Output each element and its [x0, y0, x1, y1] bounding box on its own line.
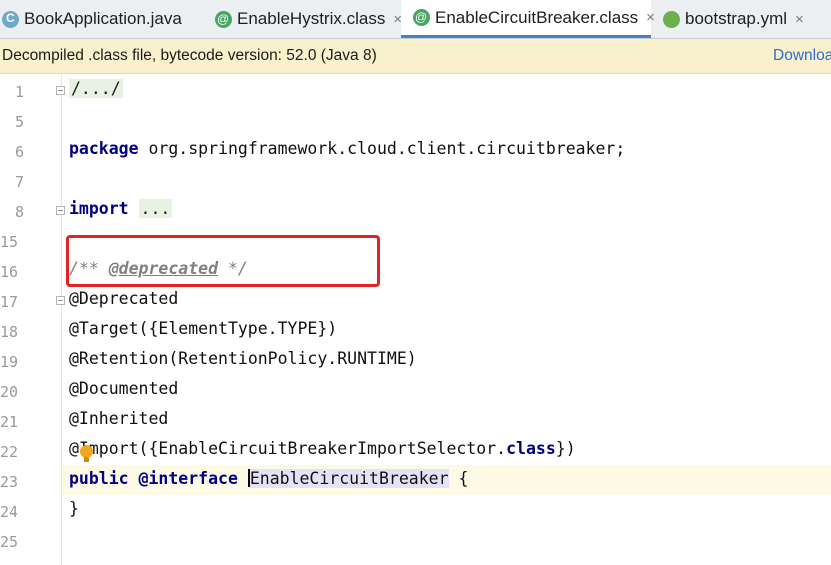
code-line-23: public @interface EnableCircuitBreaker { [62, 465, 831, 495]
tab-bootstrap-yml[interactable]: bootstrap.yml × [651, 0, 831, 38]
tab-enablecircuitbreaker[interactable]: EnableCircuitBreaker.class × [401, 0, 655, 38]
line-number: 7 [14, 173, 24, 191]
tab-label: BookApplication.java [24, 9, 182, 28]
download-sources-link[interactable]: Downloa [773, 47, 831, 65]
line-number: 1 [14, 83, 24, 101]
tab-label: EnableCircuitBreaker.class [435, 7, 639, 27]
code-editor[interactable]: /.../ package org.springframework.cloud.… [62, 74, 831, 565]
line-number: 8 [14, 203, 24, 221]
annotation-icon [413, 9, 430, 26]
line-number: 18 [0, 323, 18, 341]
tab-label: bootstrap.yml [685, 9, 788, 28]
spring-leaf-icon [660, 8, 683, 30]
line-number: 20 [0, 383, 18, 401]
tab-enablehystrix[interactable]: EnableHystrix.class × [200, 0, 402, 38]
code-line-21: @Inherited [62, 405, 831, 435]
close-icon[interactable]: × [795, 11, 804, 28]
line-number: 15 [0, 233, 18, 251]
package-name: org.springframework.cloud.client.circuit… [138, 139, 626, 158]
import-args: ({EnableCircuitBreakerImportSelector. [138, 439, 507, 458]
line-number: 16 [0, 263, 18, 281]
annotation-inherited: @Inherited [69, 409, 169, 428]
interface-name[interactable]: EnableCircuitBreaker [249, 469, 449, 488]
line-number: 5 [14, 113, 24, 131]
line-number: 23 [0, 473, 18, 491]
line-number: 25 [0, 533, 18, 551]
class-c-icon [2, 10, 19, 28]
tab-label: EnableHystrix.class [237, 9, 386, 28]
annotation-target: @Target({ElementType.TYPE}) [69, 319, 338, 338]
line-number: 22 [0, 443, 18, 461]
line-number: 19 [0, 353, 18, 371]
decompiled-banner: Decompiled .class file, bytecode version… [0, 39, 831, 74]
editor-tab-bar: BookApplication.java EnableHystrix.class… [0, 0, 831, 39]
lightbulb-intention-icon[interactable] [80, 445, 93, 462]
code-line-22: @Import({EnableCircuitBreakerImportSelec… [62, 435, 831, 465]
code-line-24: } [62, 495, 831, 525]
retention-args: (RetentionPolicy.RUNTIME) [168, 349, 417, 368]
annotation-documented: @Documented [69, 379, 179, 398]
line-number: 24 [0, 503, 18, 521]
import-args-end: }) [555, 439, 576, 458]
keyword-import: import [69, 199, 129, 218]
highlight-annotation-box [66, 235, 380, 287]
annotation-deprecated: @Deprecated [69, 289, 179, 308]
tab-bookapplication[interactable]: BookApplication.java [0, 0, 200, 38]
annotation-icon [215, 10, 232, 28]
folded-imports[interactable]: ... [138, 199, 173, 218]
code-line-6: package org.springframework.cloud.client… [62, 135, 831, 165]
keyword-package: package [69, 139, 139, 158]
folded-header-comment[interactable]: /.../ [69, 79, 123, 98]
code-line-17: @Deprecated [62, 285, 831, 315]
line-number: 17 [0, 293, 18, 311]
code-line-20: @Documented [62, 375, 831, 405]
code-line-18: @Target({ElementType.TYPE}) [62, 315, 831, 345]
close-brace: } [69, 499, 79, 518]
keyword-class: class [506, 439, 556, 458]
line-number: 6 [14, 143, 24, 161]
code-line-1: /.../ [62, 75, 831, 105]
banner-text: Decompiled .class file, bytecode version… [2, 47, 377, 64]
line-number: 21 [0, 413, 18, 431]
code-line-19: @Retention(RetentionPolicy.RUNTIME) [62, 345, 831, 375]
code-line-8: import ... [62, 195, 831, 225]
keyword-interface: @interface [138, 469, 238, 488]
annotation-retention: @Retention [69, 349, 169, 368]
line-number-gutter: 1 5 6 7 8 15 16 17 18 19 20 21 22 23 24 … [0, 74, 65, 565]
open-brace: { [448, 469, 469, 488]
keyword-public: public [69, 469, 129, 488]
